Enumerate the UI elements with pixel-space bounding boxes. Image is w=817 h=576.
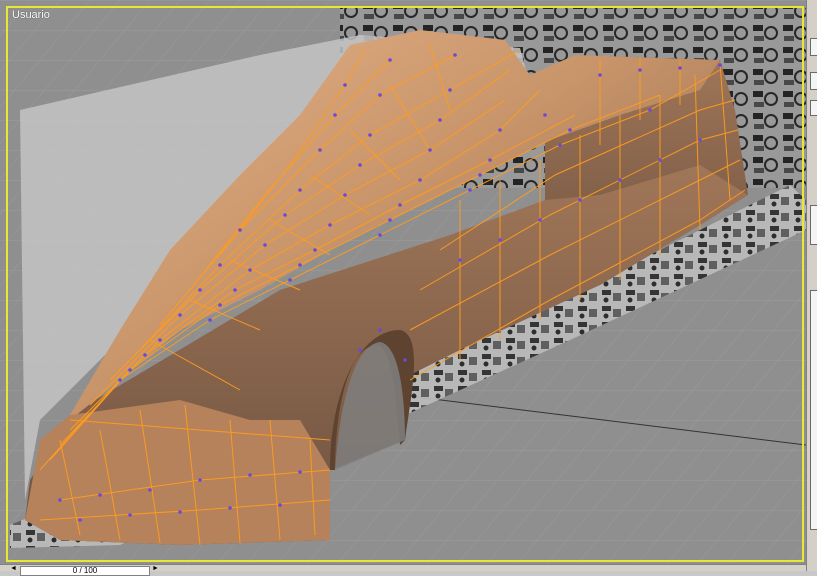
panel-button[interactable] — [810, 205, 817, 245]
panel-button[interactable] — [810, 290, 817, 530]
panel-button[interactable] — [810, 72, 817, 90]
panel-button[interactable] — [810, 38, 817, 56]
viewport-label[interactable]: Usuario — [12, 9, 50, 21]
viewport-scene[interactable] — [0, 0, 806, 564]
panel-button[interactable] — [810, 100, 817, 116]
command-panel-edge[interactable] — [806, 0, 817, 571]
front-nose-panel — [25, 400, 330, 545]
perspective-viewport[interactable]: Usuario — [0, 0, 806, 564]
time-slider-field[interactable]: 0 / 100 — [20, 566, 150, 576]
